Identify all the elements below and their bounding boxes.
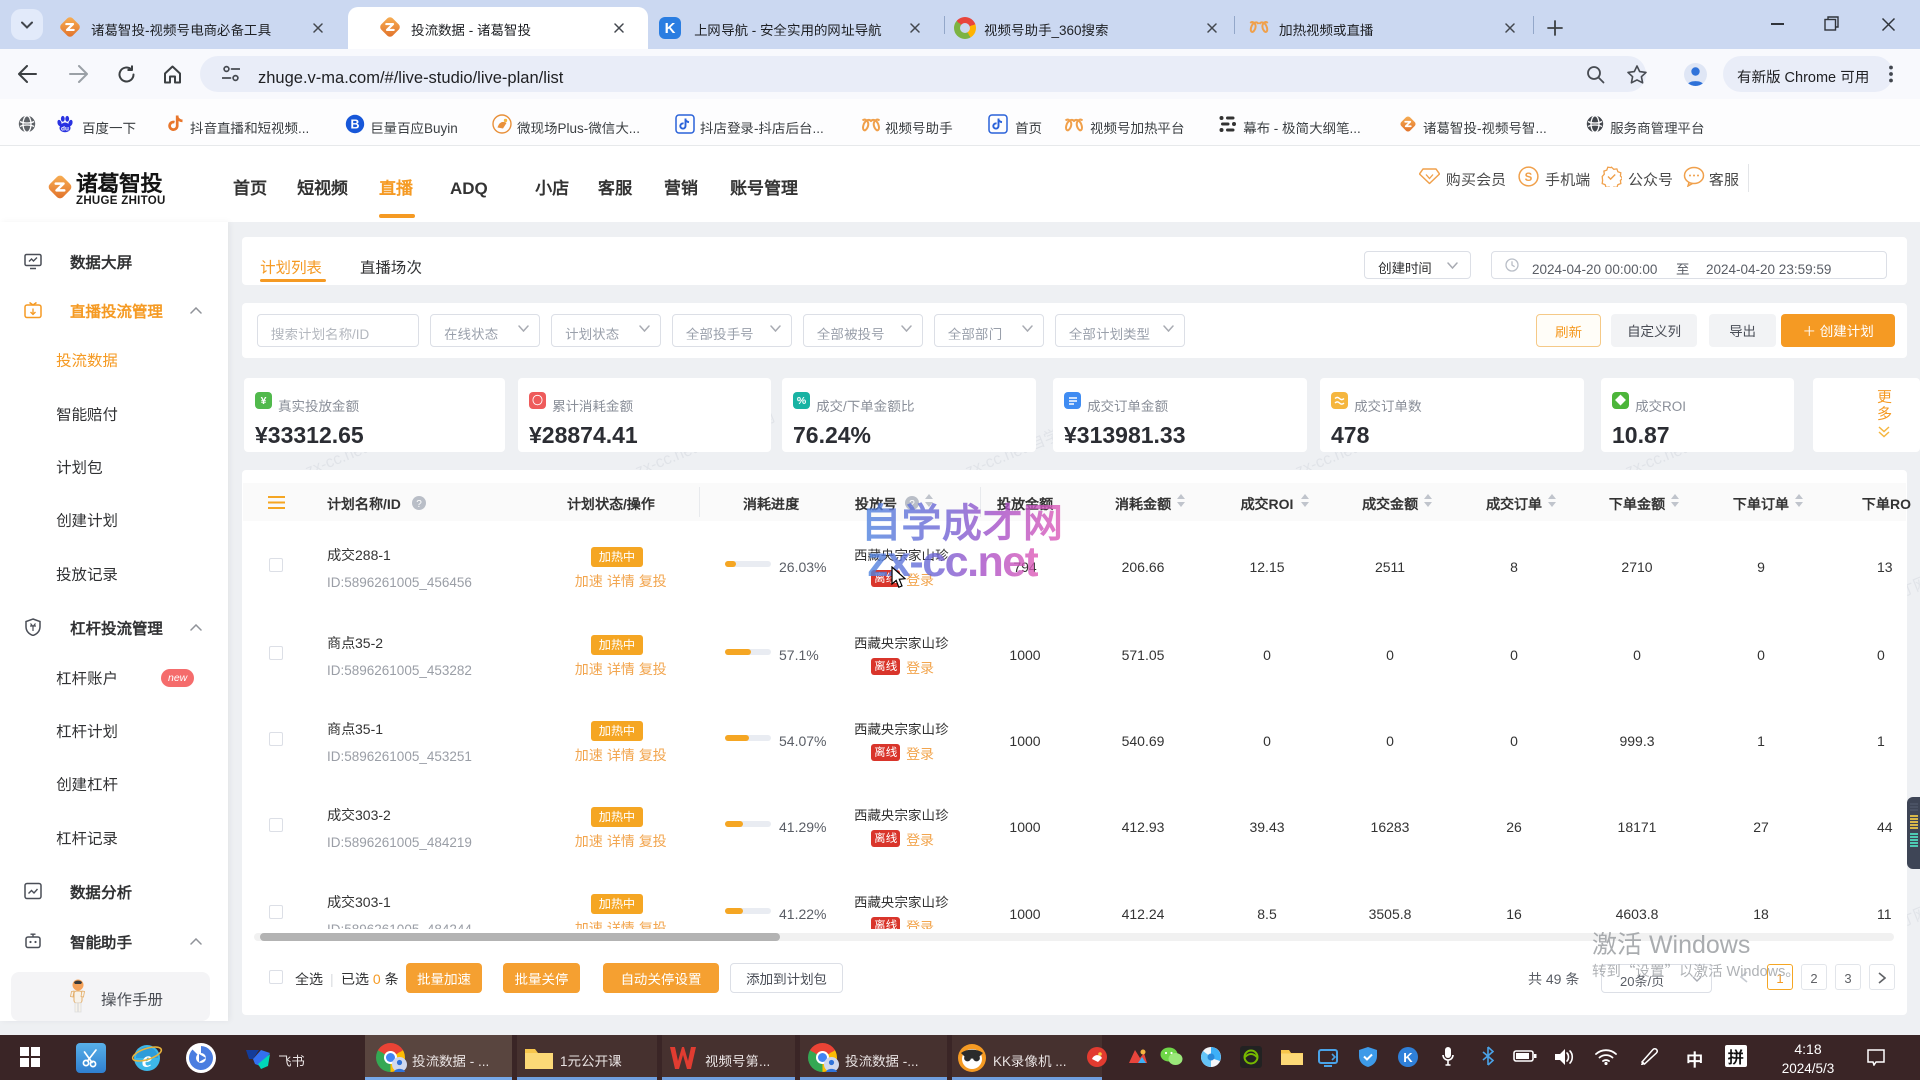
svg-text:K: K <box>1403 1047 1413 1066</box>
svg-text:du: du <box>61 123 69 133</box>
svg-text:B: B <box>350 114 359 133</box>
svg-text:S: S <box>1525 169 1533 185</box>
